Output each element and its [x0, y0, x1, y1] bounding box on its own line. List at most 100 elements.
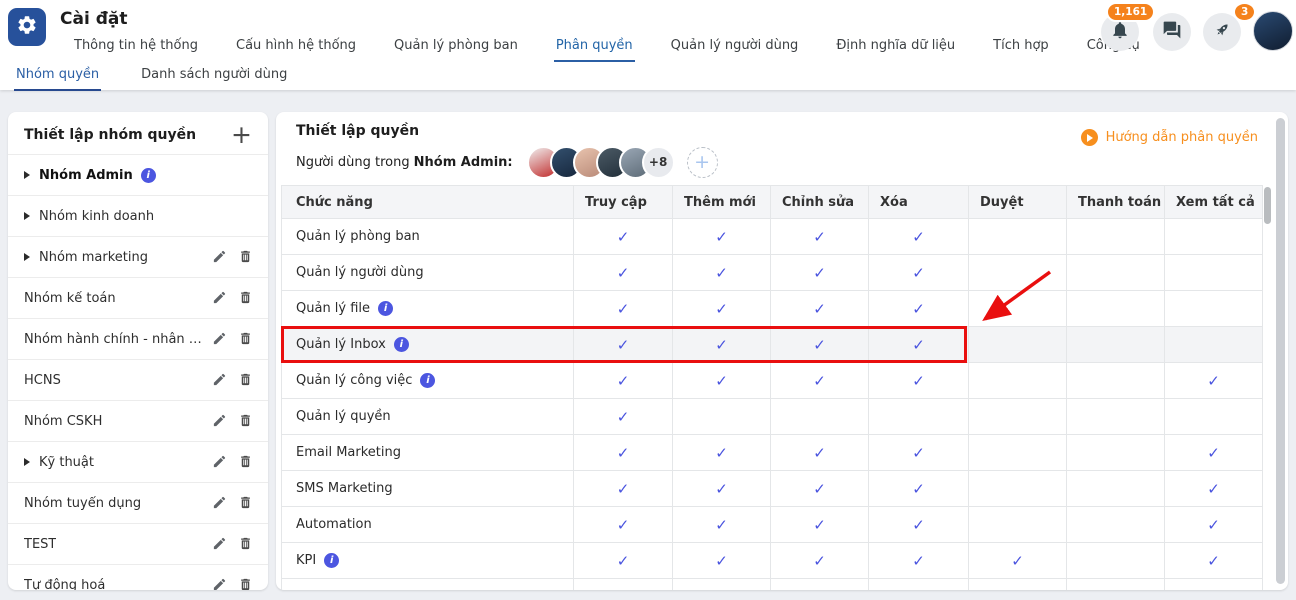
delete-group-icon[interactable]	[238, 413, 254, 429]
permission-cell[interactable]: ✓	[574, 255, 673, 291]
permission-cell[interactable]	[1165, 291, 1263, 327]
permission-cell[interactable]: ✓	[673, 255, 771, 291]
sidebar-group-item[interactable]: Nhóm marketing	[8, 236, 268, 277]
permission-cell[interactable]	[1165, 399, 1263, 435]
table-scrollbar-thumb[interactable]	[1264, 187, 1271, 224]
permission-cell[interactable]: ✓	[869, 471, 969, 507]
permission-cell[interactable]: ✓	[869, 543, 969, 579]
add-group-button[interactable]: +	[231, 125, 252, 145]
permission-cell[interactable]	[1067, 327, 1165, 363]
sidebar-group-item[interactable]: Nhóm CSKH	[8, 400, 268, 441]
permission-cell[interactable]: ✓	[869, 327, 969, 363]
edit-group-icon[interactable]	[212, 577, 228, 590]
edit-group-icon[interactable]	[212, 454, 228, 470]
tab-Quản lý phòng ban[interactable]: Quản lý phòng ban	[392, 36, 520, 62]
permission-cell[interactable]	[1067, 543, 1165, 579]
edit-group-icon[interactable]	[212, 249, 228, 265]
permission-cell[interactable]	[1165, 327, 1263, 363]
permission-cell[interactable]	[969, 219, 1067, 255]
delete-group-icon[interactable]	[238, 249, 254, 265]
permission-cell[interactable]: ✓	[771, 543, 869, 579]
sidebar-group-item[interactable]: Tự động hoá	[8, 564, 268, 590]
permission-cell[interactable]: ✓	[574, 363, 673, 399]
permission-guide-link[interactable]: Hướng dẫn phân quyền	[1081, 129, 1258, 146]
delete-group-icon[interactable]	[238, 495, 254, 511]
permission-cell[interactable]: ✓	[673, 435, 771, 471]
permission-cell[interactable]: ✓	[1165, 543, 1263, 579]
permission-cell[interactable]: ✓	[771, 471, 869, 507]
permission-cell[interactable]	[969, 363, 1067, 399]
permission-cell[interactable]	[869, 399, 969, 435]
add-user-button[interactable]: +	[687, 147, 718, 178]
sidebar-group-item[interactable]: Nhóm tuyển dụng	[8, 482, 268, 523]
tab-Cấu hình hệ thống[interactable]: Cấu hình hệ thống	[234, 36, 358, 62]
permission-cell[interactable]	[1165, 219, 1263, 255]
sidebar-group-item[interactable]: Kỹ thuật	[8, 441, 268, 482]
permission-cell[interactable]	[1067, 219, 1165, 255]
panel-scrollbar[interactable]	[1276, 118, 1285, 584]
tab-Quản lý người dùng[interactable]: Quản lý người dùng	[669, 36, 801, 62]
permission-cell[interactable]: ✓	[771, 255, 869, 291]
permission-cell[interactable]	[969, 507, 1067, 543]
sidebar-group-item[interactable]: Nhóm Admini	[8, 154, 268, 195]
sidebar-group-item[interactable]: Nhóm hành chính - nhân sự	[8, 318, 268, 359]
edit-group-icon[interactable]	[212, 536, 228, 552]
permission-cell[interactable]: ✓	[771, 291, 869, 327]
permission-cell[interactable]	[1067, 507, 1165, 543]
permission-cell[interactable]: ✓	[771, 435, 869, 471]
edit-group-icon[interactable]	[212, 372, 228, 388]
permission-cell[interactable]: ✓	[673, 471, 771, 507]
permission-cell[interactable]: ✓	[869, 435, 969, 471]
permission-cell[interactable]	[1165, 255, 1263, 291]
sidebar-group-item[interactable]: HCNS	[8, 359, 268, 400]
permission-cell[interactable]: ✓	[673, 363, 771, 399]
info-icon[interactable]: i	[141, 168, 156, 183]
info-icon[interactable]: i	[378, 301, 393, 316]
expand-caret-icon[interactable]	[24, 458, 30, 466]
permission-cell[interactable]: ✓	[1165, 471, 1263, 507]
tab-Phân quyền[interactable]: Phân quyền	[554, 36, 635, 62]
sidebar-group-item[interactable]: Nhóm kế toán	[8, 277, 268, 318]
permission-cell[interactable]	[1067, 471, 1165, 507]
permission-cell[interactable]	[969, 435, 1067, 471]
permission-cell[interactable]: ✓	[673, 327, 771, 363]
permission-cell[interactable]	[969, 291, 1067, 327]
permission-cell[interactable]	[673, 399, 771, 435]
permission-cell[interactable]: ✓	[1165, 363, 1263, 399]
info-icon[interactable]: i	[324, 553, 339, 568]
edit-group-icon[interactable]	[212, 290, 228, 306]
permission-cell[interactable]: ✓	[969, 543, 1067, 579]
delete-group-icon[interactable]	[238, 290, 254, 306]
user-avatar[interactable]	[1253, 11, 1293, 51]
delete-group-icon[interactable]	[238, 577, 254, 590]
delete-group-icon[interactable]	[238, 372, 254, 388]
permission-cell[interactable]: ✓	[1165, 435, 1263, 471]
permission-cell[interactable]: ✓	[771, 363, 869, 399]
permission-cell[interactable]: ✓	[574, 543, 673, 579]
permission-cell[interactable]: ✓	[869, 507, 969, 543]
expand-caret-icon[interactable]	[24, 171, 30, 179]
permission-cell[interactable]: ✓	[869, 291, 969, 327]
edit-group-icon[interactable]	[212, 413, 228, 429]
permission-cell[interactable]: ✓	[771, 219, 869, 255]
permission-cell[interactable]: ✓	[771, 327, 869, 363]
permission-cell[interactable]: ✓	[673, 291, 771, 327]
permission-cell[interactable]	[969, 255, 1067, 291]
delete-group-icon[interactable]	[238, 454, 254, 470]
edit-group-icon[interactable]	[212, 331, 228, 347]
permission-cell[interactable]: ✓	[574, 399, 673, 435]
permission-cell[interactable]	[1067, 399, 1165, 435]
permission-cell[interactable]	[1067, 255, 1165, 291]
delete-group-icon[interactable]	[238, 331, 254, 347]
permission-cell[interactable]: ✓	[869, 363, 969, 399]
permission-cell[interactable]	[969, 399, 1067, 435]
permission-cell[interactable]: ✓	[869, 219, 969, 255]
permission-cell[interactable]	[969, 327, 1067, 363]
permission-cell[interactable]: ✓	[574, 435, 673, 471]
expand-caret-icon[interactable]	[24, 212, 30, 220]
tab-Thông tin hệ thống[interactable]: Thông tin hệ thống	[72, 36, 200, 62]
delete-group-icon[interactable]	[238, 536, 254, 552]
info-icon[interactable]: i	[420, 373, 435, 388]
permission-cell[interactable]: ✓	[574, 291, 673, 327]
edit-group-icon[interactable]	[212, 495, 228, 511]
